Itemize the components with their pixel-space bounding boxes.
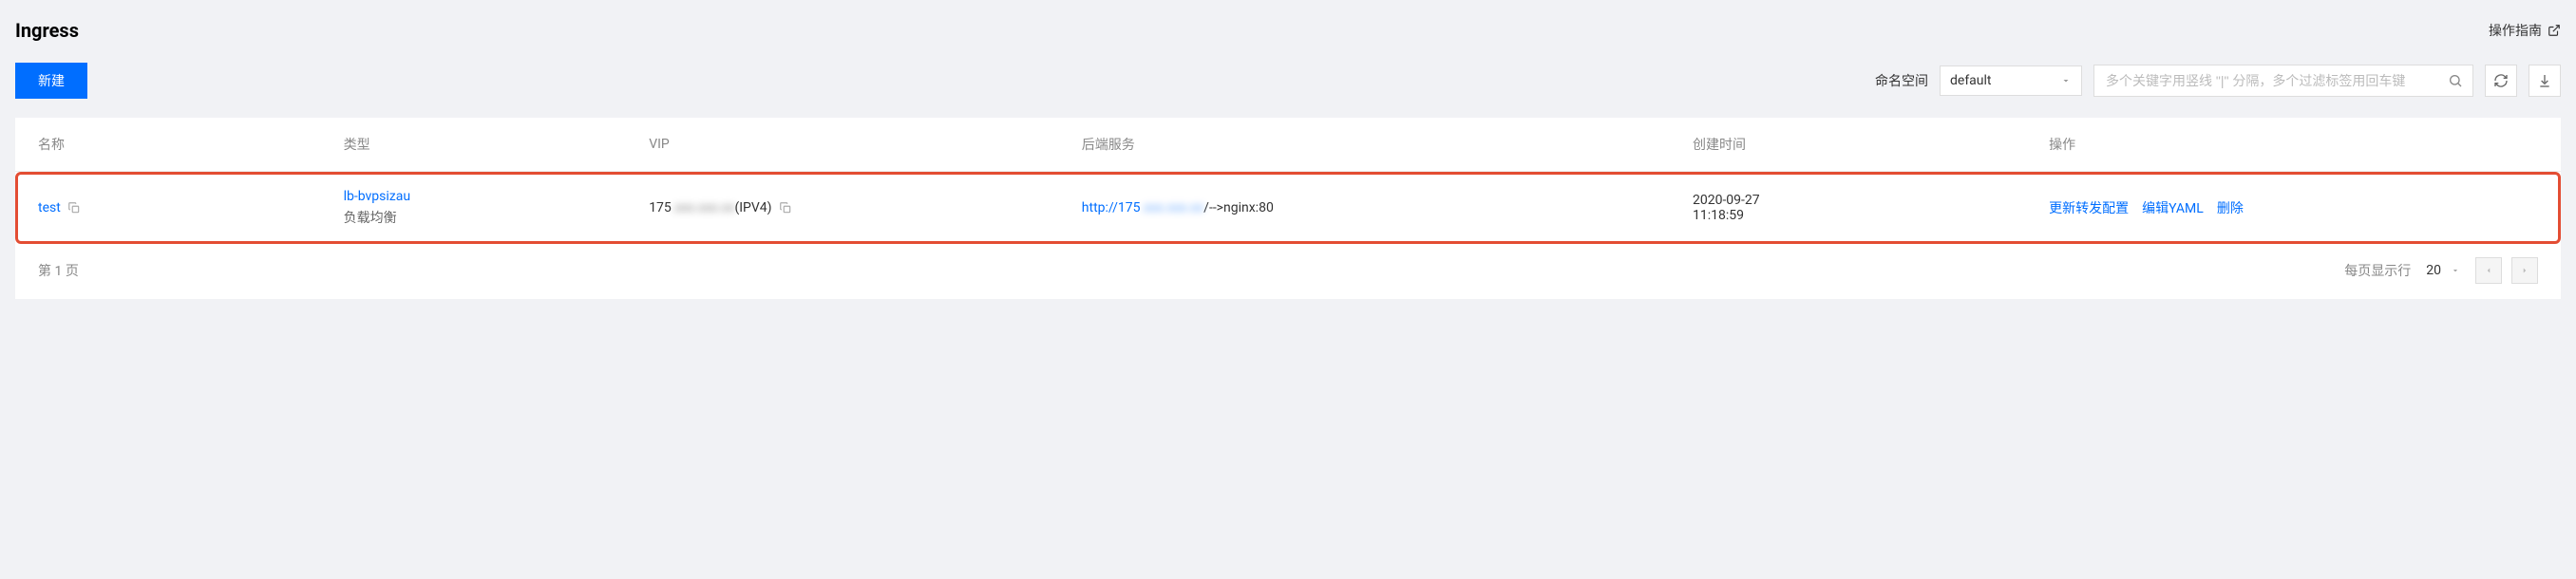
vip-suffix: (IPV4) bbox=[734, 200, 771, 215]
action-delete[interactable]: 删除 bbox=[2217, 198, 2244, 217]
created-date: 2020-09-27 bbox=[1693, 193, 2003, 208]
vip-hidden: .xxx.xxx.xx bbox=[672, 200, 735, 215]
chevron-down-icon bbox=[2451, 266, 2460, 275]
per-page-label: 每页显示行 bbox=[2344, 261, 2411, 280]
col-header-type: 类型 bbox=[321, 118, 627, 172]
col-header-backend: 后端服务 bbox=[1059, 118, 1670, 172]
refresh-icon bbox=[2493, 73, 2509, 88]
namespace-select[interactable]: default bbox=[1940, 65, 2082, 96]
backend-url-link[interactable]: http://175.xxx.xxx.xx bbox=[1082, 200, 1203, 215]
namespace-value: default bbox=[1950, 73, 1992, 88]
chevron-right-icon bbox=[2520, 266, 2529, 275]
table-footer: 第 1 页 每页显示行 20 bbox=[15, 244, 2561, 284]
search-input[interactable] bbox=[2106, 65, 2448, 96]
next-page-button[interactable] bbox=[2511, 257, 2538, 284]
search-icon[interactable] bbox=[2448, 73, 2463, 88]
col-header-name: 名称 bbox=[15, 118, 321, 172]
col-header-actions: 操作 bbox=[2026, 118, 2561, 172]
page-indicator: 第 1 页 bbox=[38, 261, 79, 280]
col-header-created: 创建时间 bbox=[1670, 118, 2026, 172]
external-link-icon bbox=[2548, 24, 2561, 37]
action-update-forward[interactable]: 更新转发配置 bbox=[2049, 198, 2129, 217]
lb-id-link[interactable]: lb-bvpsizau bbox=[344, 189, 604, 204]
col-header-vip: VIP bbox=[626, 118, 1059, 172]
guide-link-label: 操作指南 bbox=[2489, 21, 2542, 40]
lb-type-text: 负载均衡 bbox=[344, 208, 604, 227]
prev-page-button[interactable] bbox=[2475, 257, 2502, 284]
download-button[interactable] bbox=[2529, 65, 2561, 97]
chevron-down-icon bbox=[2060, 75, 2072, 86]
copy-icon[interactable] bbox=[67, 201, 81, 215]
created-time: 11:18:59 bbox=[1693, 208, 2003, 223]
ingress-table: 名称 类型 VIP 后端服务 创建时间 操作 test lb-bvpsizau … bbox=[15, 118, 2561, 244]
copy-icon[interactable] bbox=[779, 201, 792, 215]
namespace-label: 命名空间 bbox=[1875, 71, 1928, 90]
vip-prefix: 175 bbox=[649, 200, 672, 215]
refresh-button[interactable] bbox=[2485, 65, 2517, 97]
backend-suffix: /-->nginx:80 bbox=[1203, 200, 1274, 215]
operation-guide-link[interactable]: 操作指南 bbox=[2489, 21, 2561, 40]
ingress-name-link[interactable]: test bbox=[38, 200, 61, 215]
ingress-table-card: 名称 类型 VIP 后端服务 创建时间 操作 test lb-bvpsizau … bbox=[15, 118, 2561, 299]
new-button[interactable]: 新建 bbox=[15, 63, 87, 99]
action-edit-yaml[interactable]: 编辑YAML bbox=[2142, 198, 2204, 217]
download-icon bbox=[2537, 73, 2552, 88]
page-title: Ingress bbox=[15, 19, 79, 42]
table-row: test lb-bvpsizau 负载均衡 175.xxx.xxx.xx(IPV… bbox=[15, 172, 2561, 245]
chevron-left-icon bbox=[2484, 266, 2493, 275]
search-container bbox=[2093, 65, 2473, 97]
page-size-select[interactable]: 20 bbox=[2420, 260, 2466, 281]
page-size-value: 20 bbox=[2426, 263, 2441, 278]
